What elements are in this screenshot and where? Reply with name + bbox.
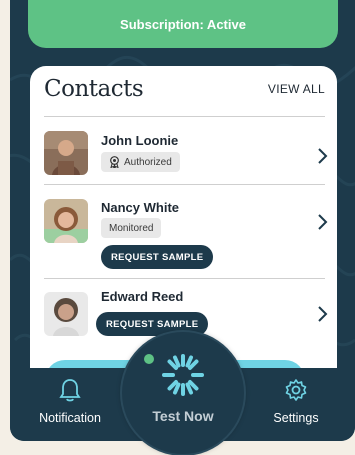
gear-icon (285, 379, 307, 401)
status-badge: Authorized (101, 152, 180, 172)
contact-row-john-loonie[interactable]: John Loonie Authorized (44, 116, 329, 184)
subscription-status-label: Subscription: Active (120, 16, 246, 32)
nav-item-notification[interactable]: Notification (20, 378, 120, 425)
chevron-right-icon[interactable] (315, 146, 329, 166)
status-label: Monitored (109, 222, 154, 234)
test-now-label: Test Now (152, 408, 214, 424)
status-label: Authorized (124, 156, 172, 168)
contact-name: Edward Reed (101, 289, 184, 304)
status-badge: Monitored (101, 218, 162, 238)
chevron-right-icon[interactable] (315, 212, 329, 232)
contacts-title: Contacts (44, 76, 144, 102)
test-now-button[interactable]: Test Now (122, 332, 244, 454)
request-sample-button[interactable]: REQUEST SAMPLE (101, 245, 214, 269)
award-icon (110, 156, 119, 168)
nav-label: Settings (273, 411, 319, 425)
avatar (44, 292, 88, 336)
avatar (44, 199, 88, 243)
contact-name: Nancy White (101, 200, 180, 215)
status-dot (144, 354, 154, 364)
avatar (44, 131, 88, 175)
nav-label: Notification (39, 411, 101, 425)
subscription-status-banner[interactable]: Subscription: Active (28, 0, 338, 48)
contact-row-nancy-white[interactable]: Nancy White Monitored REQUEST SAMPLE (44, 184, 329, 278)
nav-item-settings[interactable]: Settings (246, 378, 346, 425)
chevron-right-icon[interactable] (315, 304, 329, 324)
contact-name: John Loonie (101, 133, 179, 148)
spinner-icon (162, 354, 204, 396)
view-all-link[interactable]: VIEW ALL (268, 82, 325, 96)
bell-icon (59, 379, 81, 402)
